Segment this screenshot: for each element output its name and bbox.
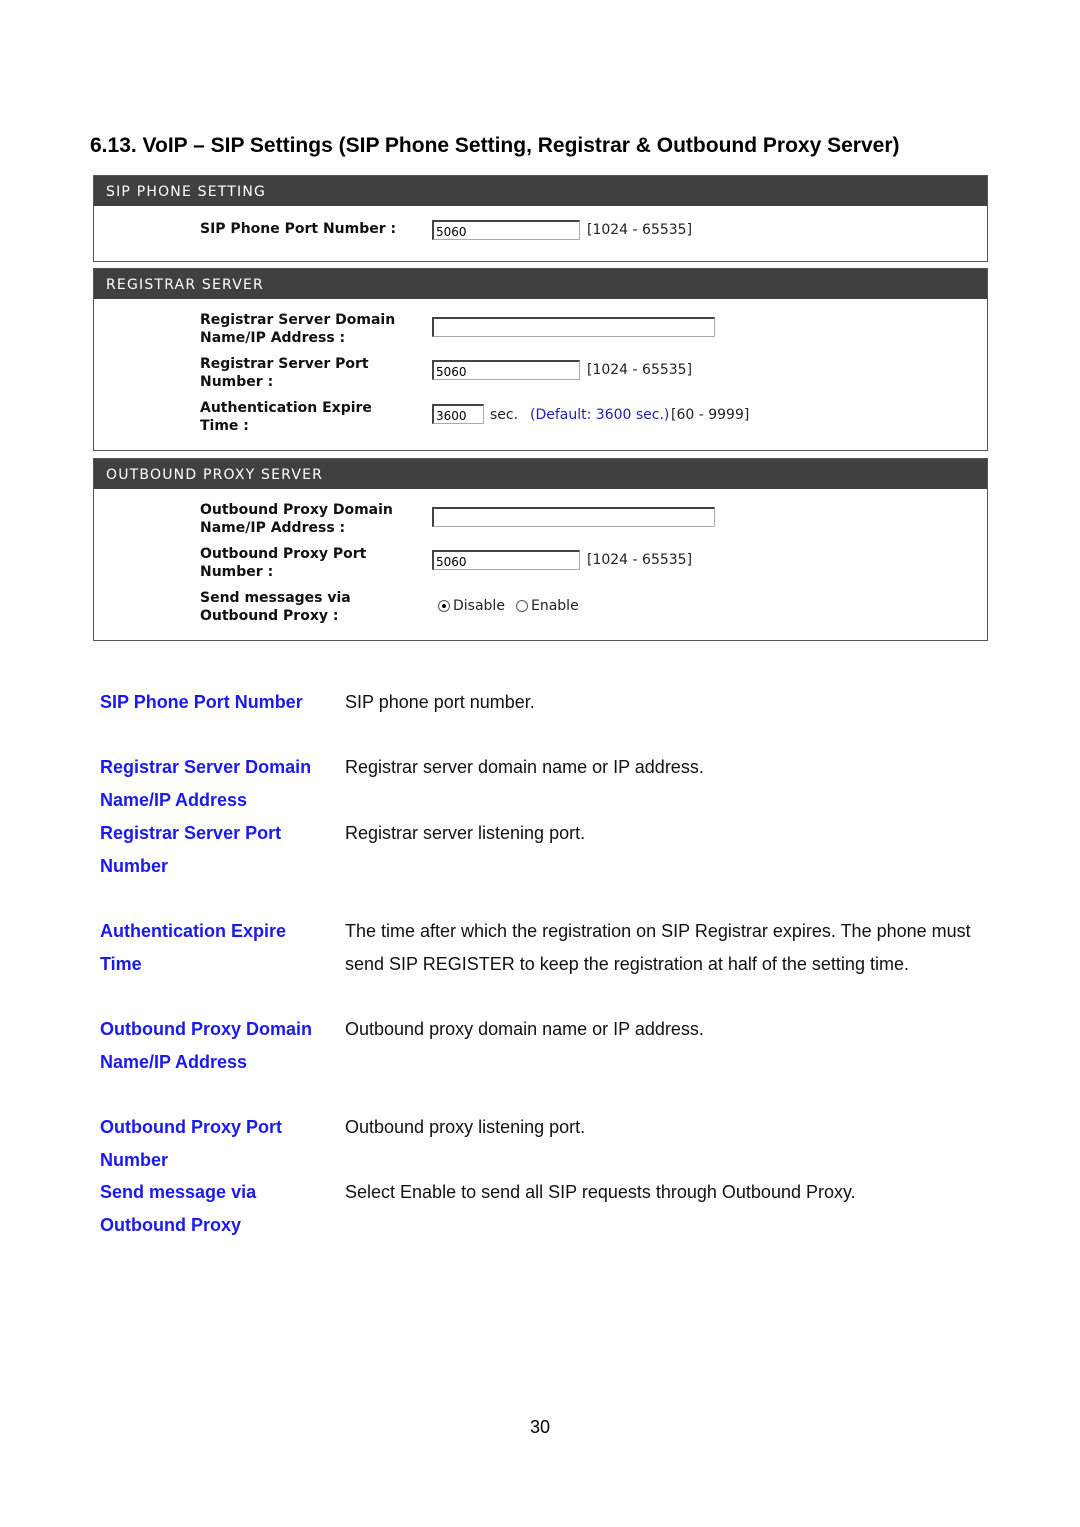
port-range-hint: [1024 - 65535]	[587, 222, 693, 238]
definition: Registrar server listening port.	[345, 823, 586, 843]
label-line: Outbound Proxy Port	[200, 546, 367, 562]
label-line: Name/IP Address :	[200, 330, 346, 346]
outbound-proxy-server-panel: OUTBOUND PROXY SERVER Outbound Proxy Dom…	[93, 458, 988, 641]
expire-range-hint: [60 - 9999]	[671, 407, 750, 423]
expire-default-hint: (Default: 3600 sec.)	[530, 407, 670, 423]
outbound-port-label: Outbound Proxy Port Number :	[200, 545, 366, 581]
label-line: Outbound Proxy :	[200, 608, 339, 624]
outbound-domain-input[interactable]	[432, 507, 715, 527]
port-range-hint: [1024 - 65535]	[587, 362, 693, 378]
expire-unit: sec.	[490, 407, 519, 423]
panel-title: OUTBOUND PROXY SERVER	[94, 459, 987, 489]
label-line: Name/IP Address :	[200, 520, 346, 536]
label-line: Time :	[200, 418, 249, 434]
sip-phone-port-input[interactable]: 5060	[432, 220, 580, 240]
term: Time	[100, 954, 142, 974]
radio-unselected-icon[interactable]	[516, 600, 528, 612]
label-line: Authentication Expire	[200, 400, 372, 416]
term: Authentication Expire	[100, 921, 287, 941]
term: Name/IP Address	[100, 790, 248, 810]
term: Outbound Proxy Domain	[100, 1019, 313, 1039]
registrar-port-label: Registrar Server Port Number :	[200, 355, 369, 391]
term: Outbound Proxy	[100, 1215, 241, 1235]
port-range-hint: [1024 - 65535]	[587, 552, 693, 568]
term: Name/IP Address	[100, 1052, 248, 1072]
term: Registrar Server Port	[100, 823, 282, 843]
registrar-domain-label: Registrar Server Domain Name/IP Address …	[200, 311, 395, 347]
definition: Select Enable to send all SIP requests t…	[345, 1182, 856, 1202]
outbound-port-input[interactable]: 5060	[432, 550, 580, 570]
sip-phone-setting-panel: SIP PHONE SETTING SIP Phone Port Number …	[93, 175, 988, 262]
panel-title: SIP PHONE SETTING	[94, 176, 987, 206]
section-heading: 6.13. VoIP – SIP Settings (SIP Phone Set…	[90, 134, 900, 157]
radio-label: Enable	[531, 598, 579, 614]
label-line: Number :	[200, 374, 274, 390]
registrar-port-input[interactable]: 5060	[432, 360, 580, 380]
send-via-proxy-label: Send messages via Outbound Proxy :	[200, 589, 351, 625]
term: Registrar Server Domain	[100, 757, 312, 777]
label-line: Outbound Proxy Domain	[200, 502, 393, 518]
radio-disable[interactable]: Disable	[438, 598, 505, 614]
radio-label: Disable	[453, 598, 505, 614]
definition: Outbound proxy listening port.	[345, 1117, 586, 1137]
definition: Outbound proxy domain name or IP address…	[345, 1019, 704, 1039]
page-number: 30	[529, 1417, 551, 1437]
term: SIP Phone Port Number	[100, 692, 303, 712]
sip-phone-port-label: SIP Phone Port Number :	[200, 221, 397, 237]
panel-title: REGISTRAR SERVER	[94, 269, 987, 299]
registrar-server-panel: REGISTRAR SERVER Registrar Server Domain…	[93, 268, 988, 451]
label-line: Registrar Server Domain	[200, 312, 396, 328]
definition: send SIP REGISTER to keep the registrati…	[345, 954, 909, 974]
term: Number	[100, 856, 169, 876]
definition: Registrar server domain name or IP addre…	[345, 757, 704, 777]
term: Outbound Proxy Port	[100, 1117, 282, 1137]
radio-selected-icon[interactable]	[438, 600, 450, 612]
outbound-domain-label: Outbound Proxy Domain Name/IP Address :	[200, 501, 393, 537]
term: Send message via	[100, 1182, 257, 1202]
auth-expire-label: Authentication Expire Time :	[200, 399, 372, 435]
definition: SIP phone port number.	[345, 692, 535, 712]
label-line: Number :	[200, 564, 274, 580]
registrar-domain-input[interactable]	[432, 317, 715, 337]
definition: The time after which the registration on…	[345, 921, 971, 941]
auth-expire-input[interactable]: 3600	[432, 404, 484, 424]
label-line: Send messages via	[200, 590, 351, 606]
label-line: Registrar Server Port	[200, 356, 369, 372]
radio-enable[interactable]: Enable	[516, 598, 579, 614]
term: Number	[100, 1150, 169, 1170]
